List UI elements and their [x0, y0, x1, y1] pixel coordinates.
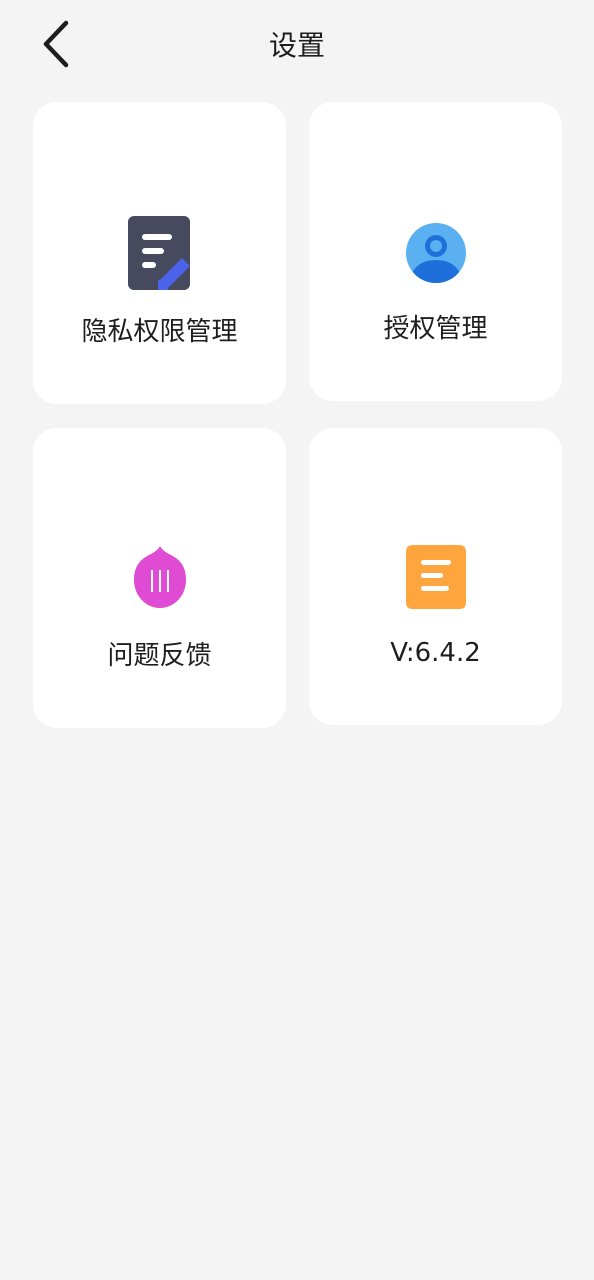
authorization-card[interactable]: 授权管理	[309, 102, 562, 401]
feedback-drop-icon	[132, 544, 188, 610]
privacy-permissions-card[interactable]: 隐私权限管理	[33, 102, 286, 404]
user-avatar-icon	[405, 222, 467, 284]
version-label: V:6.4.2	[390, 638, 481, 668]
privacy-permissions-label: 隐私权限管理	[81, 317, 238, 347]
document-edit-icon	[126, 214, 194, 294]
page-title: 设置	[268, 29, 325, 62]
header: 设置	[0, 0, 594, 92]
authorization-label: 授权管理	[383, 314, 488, 344]
version-list-icon	[405, 544, 467, 610]
feedback-card[interactable]: 问题反馈	[33, 428, 286, 728]
feedback-label: 问题反馈	[107, 641, 212, 671]
version-card[interactable]: V:6.4.2	[309, 428, 562, 725]
